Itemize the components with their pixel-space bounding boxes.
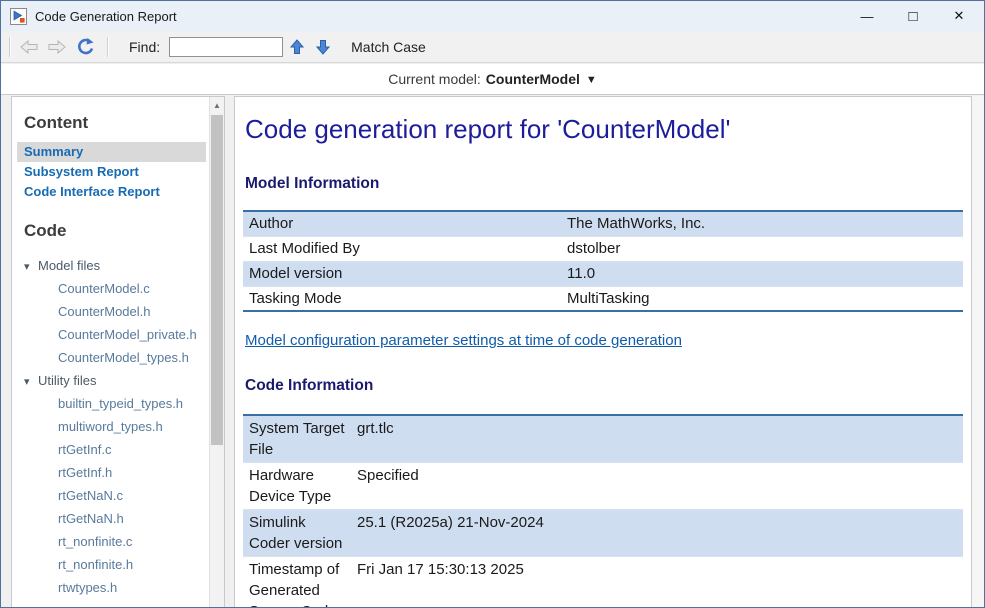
- tree-group-label: Utility files: [38, 373, 97, 388]
- scroll-up-button[interactable]: ▲: [210, 97, 224, 113]
- forward-button[interactable]: [43, 34, 71, 60]
- arrow-up-icon: [289, 39, 305, 55]
- sidebar-link-subsystem-report[interactable]: Subsystem Report: [17, 162, 206, 182]
- tree-item-rtgetinf-h[interactable]: rtGetInf.h: [24, 461, 202, 484]
- refresh-button[interactable]: [71, 34, 99, 60]
- current-model-label: Current model:: [388, 71, 481, 87]
- toolbar-grip: [9, 37, 11, 57]
- row-value: The MathWorks, Inc.: [561, 211, 963, 236]
- sidebar-scrollbar[interactable]: ▲: [209, 97, 224, 608]
- table-row: Last Modified By dstolber: [243, 236, 963, 261]
- report-panel: Code generation report for 'CounterModel…: [234, 96, 972, 608]
- row-value: 25.1 (R2025a) 21-Nov-2024: [351, 510, 963, 557]
- tree-item-countermodel-h[interactable]: CounterModel.h: [24, 300, 202, 323]
- tree-item-rt-nonfinite-c[interactable]: rt_nonfinite.c: [24, 530, 202, 553]
- report-scrollbar-track[interactable]: [972, 96, 985, 608]
- code-heading: Code: [24, 221, 202, 241]
- arrow-down-icon: [315, 39, 331, 55]
- find-next-button[interactable]: [311, 34, 335, 60]
- tree-item-rt-nonfinite-h[interactable]: rt_nonfinite.h: [24, 553, 202, 576]
- find-label: Find:: [129, 39, 160, 55]
- row-label: Tasking Mode: [243, 286, 561, 311]
- table-row: Simulink Coder version 25.1 (R2025a) 21-…: [243, 510, 963, 557]
- window-controls: — □ ✕: [844, 1, 982, 31]
- chevron-down-icon[interactable]: ▼: [586, 73, 597, 86]
- match-case-toggle[interactable]: Match Case: [351, 39, 426, 55]
- row-value: grt.tlc: [351, 415, 963, 463]
- minimize-button[interactable]: —: [844, 1, 890, 31]
- find-input[interactable]: [169, 37, 283, 57]
- table-row: Tasking Mode MultiTasking: [243, 286, 963, 311]
- toolbar-separator: [107, 37, 109, 57]
- scrollbar-thumb[interactable]: [211, 115, 223, 445]
- arrow-right-icon: [48, 40, 66, 54]
- title-bar: Code Generation Report — □ ✕: [1, 1, 984, 31]
- sidebar-link-code-interface-report[interactable]: Code Interface Report: [17, 182, 206, 202]
- table-row: Timestamp of Generated Source Code Fri J…: [243, 557, 963, 608]
- row-label: System Target File: [243, 415, 351, 463]
- arrow-left-icon: [20, 40, 38, 54]
- sidebar: Content Summary Subsystem Report Code In…: [11, 96, 225, 608]
- tree-item-builtin-typeid-types-h[interactable]: builtin_typeid_types.h: [24, 392, 202, 415]
- model-information-heading: Model Information: [245, 174, 963, 194]
- tree-item-rtgetnan-c[interactable]: rtGetNaN.c: [24, 484, 202, 507]
- table-row: Hardware Device Type Specified: [243, 463, 963, 510]
- row-value: Specified: [351, 463, 963, 510]
- minimize-icon: —: [861, 9, 874, 24]
- close-button[interactable]: ✕: [936, 1, 982, 31]
- code-information-heading: Code Information: [245, 376, 963, 396]
- code-file-tree: ▾Model files CounterModel.c CounterModel…: [24, 254, 202, 599]
- tree-item-rtgetinf-c[interactable]: rtGetInf.c: [24, 438, 202, 461]
- content-heading: Content: [24, 113, 202, 133]
- row-value: dstolber: [561, 236, 963, 261]
- triangle-up-icon: ▲: [213, 101, 221, 110]
- sidebar-link-summary[interactable]: Summary: [17, 142, 206, 162]
- table-row: System Target File grt.tlc: [243, 415, 963, 463]
- code-information-table: System Target File grt.tlc Hardware Devi…: [243, 414, 963, 608]
- tree-group-utility-files[interactable]: ▾Utility files: [24, 369, 202, 392]
- row-label: Simulink Coder version: [243, 510, 351, 557]
- table-row: Author The MathWorks, Inc.: [243, 211, 963, 236]
- row-label: Model version: [243, 261, 561, 286]
- row-value: MultiTasking: [561, 286, 963, 311]
- maximize-icon: □: [908, 8, 917, 25]
- close-icon: ✕: [954, 8, 965, 24]
- tree-item-multiword-types-h[interactable]: multiword_types.h: [24, 415, 202, 438]
- find-toolbar: Find: Match Case: [1, 31, 984, 63]
- simulink-report-icon: [10, 8, 27, 25]
- window-title: Code Generation Report: [35, 9, 177, 24]
- tree-group-label: Model files: [38, 258, 100, 273]
- current-model-dropdown[interactable]: CounterModel: [486, 71, 580, 87]
- tree-item-countermodel-c[interactable]: CounterModel.c: [24, 277, 202, 300]
- tree-item-rtgetnan-h[interactable]: rtGetNaN.h: [24, 507, 202, 530]
- model-information-table: Author The MathWorks, Inc. Last Modified…: [243, 210, 963, 312]
- tree-expanded-icon: ▾: [24, 371, 38, 394]
- row-value: 11.0: [561, 261, 963, 286]
- tree-item-rtwtypes-h[interactable]: rtwtypes.h: [24, 576, 202, 599]
- back-button[interactable]: [15, 34, 43, 60]
- table-row: Model version 11.0: [243, 261, 963, 286]
- page-title: Code generation report for 'CounterModel…: [245, 112, 963, 146]
- row-value: Fri Jan 17 15:30:13 2025: [351, 557, 963, 608]
- row-label: Author: [243, 211, 561, 236]
- maximize-button[interactable]: □: [890, 1, 936, 31]
- current-model-bar: Current model: CounterModel ▼: [1, 64, 984, 95]
- model-configuration-link[interactable]: Model configuration parameter settings a…: [245, 332, 682, 349]
- tree-group-model-files[interactable]: ▾Model files: [24, 254, 202, 277]
- refresh-icon: [75, 37, 95, 56]
- row-label: Hardware Device Type: [243, 463, 351, 510]
- code-generation-report-window: Code Generation Report — □ ✕ Find:: [0, 0, 985, 608]
- tree-item-countermodel-private-h[interactable]: CounterModel_private.h: [24, 323, 202, 346]
- tree-expanded-icon: ▾: [24, 256, 38, 279]
- tree-item-countermodel-types-h[interactable]: CounterModel_types.h: [24, 346, 202, 369]
- row-label: Timestamp of Generated Source Code: [243, 557, 351, 608]
- row-label: Last Modified By: [243, 236, 561, 261]
- find-previous-button[interactable]: [285, 34, 309, 60]
